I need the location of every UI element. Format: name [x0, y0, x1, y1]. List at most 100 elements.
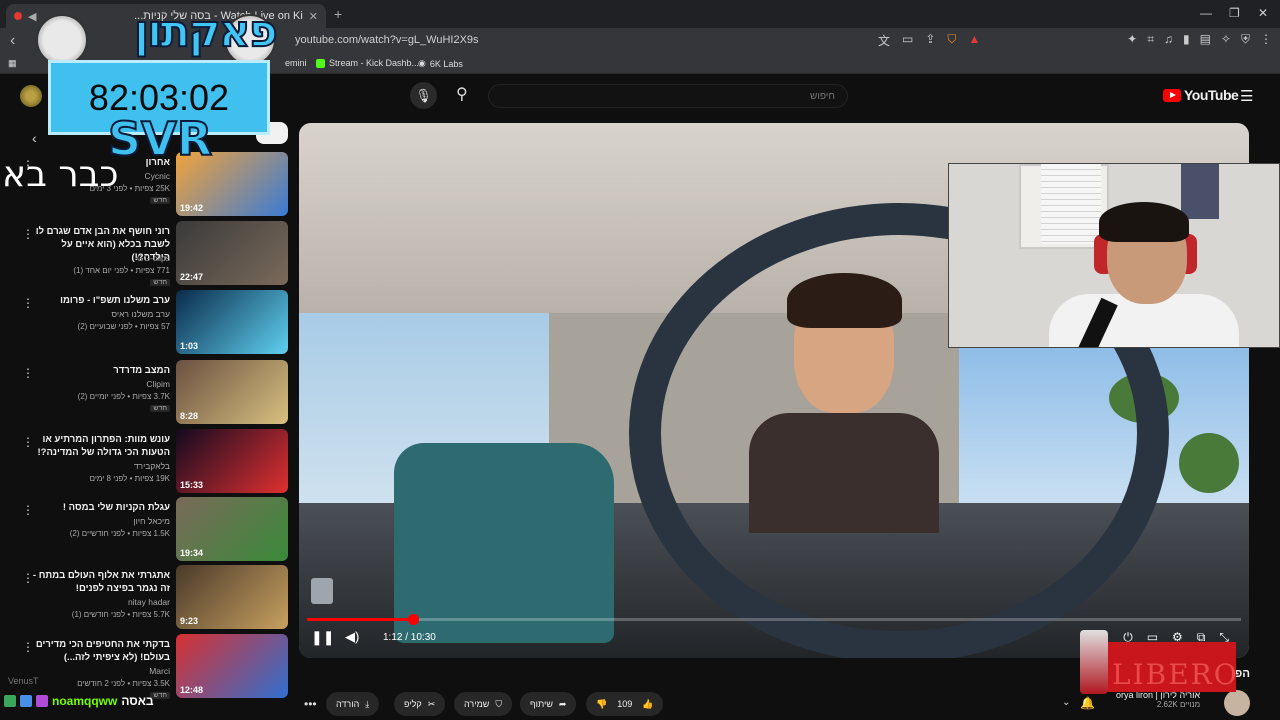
- clip-button[interactable]: קליפ ✂: [394, 692, 446, 716]
- recommendation-thumbnail[interactable]: 22:47: [176, 221, 288, 285]
- recommendation-title[interactable]: ערב משלנו תשפ"ו - פרומו: [30, 294, 170, 307]
- new-tab-icon[interactable]: +: [334, 6, 342, 22]
- volume-icon[interactable]: ◀): [345, 629, 359, 645]
- recommendation-item[interactable]: 9:23 ⋮ אתגרתי את אלוף העולם במתח - זה נגמר…: [0, 565, 290, 629]
- hamburger-menu-icon[interactable]: ☰: [1240, 87, 1253, 105]
- recommendation-title[interactable]: המצב מדרדר: [30, 364, 170, 377]
- close-window-icon[interactable]: ✕: [1258, 6, 1268, 20]
- account-avatar[interactable]: [20, 85, 42, 107]
- bookmark-label: Stream - Kick Dashb...: [329, 58, 420, 68]
- recommendation-title[interactable]: בדקתי את החטיפים הכי מדירים בעולם! (לא צ…: [30, 638, 170, 664]
- stream-logo-text: פאקתון: [133, 5, 279, 58]
- sponsor-text: LIBERO: [1112, 658, 1239, 691]
- share-arrow-icon: ➦: [558, 698, 567, 709]
- recommendation-channel[interactable]: nitay hadar: [128, 597, 170, 607]
- recommendation-item[interactable]: 12:48 ⋮ בדקתי את החטיפים הכי מדירים בעולם!…: [0, 634, 290, 699]
- share-button[interactable]: שיתוף ➦: [520, 692, 577, 716]
- wallet-icon[interactable]: ▤: [1200, 32, 1211, 47]
- recommendation-channel[interactable]: בלאקבירד: [134, 461, 170, 471]
- recommendation-channel[interactable]: GG-clips: [137, 253, 170, 263]
- maximize-icon[interactable]: ❐: [1229, 6, 1240, 20]
- recommendation-channel[interactable]: Clipim: [146, 379, 170, 389]
- webcam-frame: [1099, 202, 1189, 242]
- url-text[interactable]: youtube.com/watch?v=gL_WuHI2X9s: [295, 34, 479, 46]
- bookmark-6k[interactable]: ◉ 6K Labs: [418, 58, 463, 69]
- screenshot-icon[interactable]: ⌗: [1147, 32, 1154, 47]
- search-icon[interactable]: ⚲: [456, 84, 468, 104]
- more-options-icon[interactable]: •••: [304, 697, 317, 711]
- recommendation-channel[interactable]: ערב משלנו ראיס: [111, 309, 170, 319]
- recommendation-title[interactable]: עגלת הקניות שלי במסה !: [30, 501, 170, 514]
- like-icon[interactable]: 👍: [642, 699, 653, 710]
- like-dislike-button[interactable]: 👎 109 👍: [586, 692, 664, 716]
- download-button[interactable]: הורדה ⤓: [326, 692, 380, 716]
- recommendation-meta: 3.5K צפיות • לפני 2 חודשים: [77, 679, 170, 688]
- chevron-left-icon[interactable]: ‹: [32, 130, 37, 146]
- video-duration: 12:48: [180, 685, 204, 695]
- dislike-icon[interactable]: 👎: [596, 699, 607, 710]
- recommendation-thumbnail[interactable]: 15:33: [176, 429, 288, 493]
- apps-icon[interactable]: ▦: [8, 58, 17, 69]
- voice-search-icon[interactable]: 🎙: [410, 82, 437, 109]
- music-icon[interactable]: ♫: [1164, 32, 1173, 47]
- recommendation-thumbnail[interactable]: 8:28: [176, 360, 288, 424]
- chat-username[interactable]: noamqqww: [52, 694, 117, 708]
- download-icon: ⤓: [365, 698, 370, 709]
- new-badge: חדש: [150, 405, 170, 412]
- recommendation-channel[interactable]: Marci: [149, 666, 170, 676]
- channel-avatar[interactable]: [1224, 690, 1250, 716]
- translate-icon[interactable]: 文: [878, 32, 890, 49]
- bookmark-gemini[interactable]: emini: [285, 58, 307, 68]
- video-frame: [394, 443, 614, 643]
- recommendation-thumbnail[interactable]: 1:03: [176, 290, 288, 354]
- menu-icon[interactable]: ⋮: [1260, 32, 1272, 47]
- recommendation-channel[interactable]: Cycnic: [144, 171, 170, 181]
- share-icon[interactable]: ⇪: [925, 32, 935, 49]
- preview-thumbnail: [311, 578, 333, 604]
- search-field[interactable]: [488, 84, 848, 108]
- clock-icon: [36, 14, 88, 66]
- recommendation-thumbnail[interactable]: 9:23: [176, 565, 288, 629]
- webcam-frame: [1181, 164, 1219, 219]
- bookmark-kick[interactable]: Stream - Kick Dashb...: [316, 58, 419, 68]
- search-input[interactable]: [489, 85, 847, 107]
- vpn-icon[interactable]: ⛨: [1241, 32, 1250, 47]
- progress-bar[interactable]: [307, 618, 1241, 621]
- minimize-icon[interactable]: —: [1200, 6, 1212, 20]
- sidebar-icon[interactable]: ▮: [1183, 32, 1190, 47]
- tab-audio-icon[interactable]: ◀: [28, 10, 36, 23]
- ai-icon[interactable]: ✧: [1221, 32, 1231, 47]
- recommendation-meta: 5.7K צפיות • לפני חודשים (1): [71, 610, 170, 619]
- recommendation-item[interactable]: 1:03 ⋮ ערב משלנו תשפ"ו - פרומו ערב משלנו רא…: [0, 290, 290, 354]
- subscriber-count: 2.62K מנויים: [1156, 700, 1201, 709]
- cast-icon[interactable]: ▭: [902, 32, 913, 49]
- warning-icon[interactable]: ▲: [968, 32, 980, 49]
- shield-icon[interactable]: ⛉: [947, 32, 956, 49]
- recommendations-sidebar: ‹ 19:42 ⋮ אחרון Cycnic 25K צפיות • לפני 3 ימ…: [0, 118, 290, 720]
- save-button[interactable]: שמירה ⛉: [454, 692, 513, 716]
- recommendation-item[interactable]: 15:33 ⋮ עונש מוות: הפתרון המרתיע או הטעות …: [0, 429, 290, 493]
- chevron-down-icon[interactable]: ⌄: [1062, 697, 1070, 708]
- recommendation-title[interactable]: אתגרתי את אלוף העולם במתח - זה נגמר בפיצ…: [30, 569, 170, 595]
- recommendation-thumbnail[interactable]: 12:48: [176, 634, 288, 698]
- overlay-tagline: כבר בא: [2, 154, 119, 195]
- like-count: 109: [617, 699, 633, 709]
- youtube-logo[interactable]: YouTube: [1163, 87, 1239, 103]
- pause-icon[interactable]: ❚❚: [311, 629, 334, 646]
- recommendation-thumbnail[interactable]: 19:34: [176, 497, 288, 561]
- recommendation-channel[interactable]: מיכאל חיון: [133, 516, 170, 526]
- recommendation-item[interactable]: 19:34 ⋮ עגלת הקניות שלי במסה ! מיכאל חיון 1.…: [0, 497, 290, 561]
- back-icon[interactable]: ‹: [10, 32, 15, 50]
- tab-close-icon[interactable]: ✕: [309, 10, 318, 23]
- recommendation-item[interactable]: 22:47 ⋮ רוני חושף את הבן אדם שגרם לו לשבת …: [0, 221, 290, 286]
- channel-info[interactable]: orya liron | אוריה לירון 2.62K מנויים: [1116, 690, 1200, 709]
- recommendation-title[interactable]: עונש מוות: הפתרון המרתיע או הטעות הכי גד…: [30, 433, 171, 459]
- bell-icon[interactable]: 🔔: [1080, 696, 1095, 710]
- recommendation-item[interactable]: 8:28 ⋮ המצב מדרדר Clipim 3.7K צפיות • לפני י…: [0, 360, 290, 424]
- svr-label: SVR: [107, 111, 213, 167]
- webcam-feed: [948, 163, 1280, 348]
- video-duration: 22:47: [180, 272, 204, 282]
- recommendation-meta: 19K צפיות • לפני 8 ימים: [89, 474, 170, 483]
- progress-scrubber[interactable]: [408, 614, 419, 625]
- extensions-icon[interactable]: ✦: [1127, 32, 1137, 47]
